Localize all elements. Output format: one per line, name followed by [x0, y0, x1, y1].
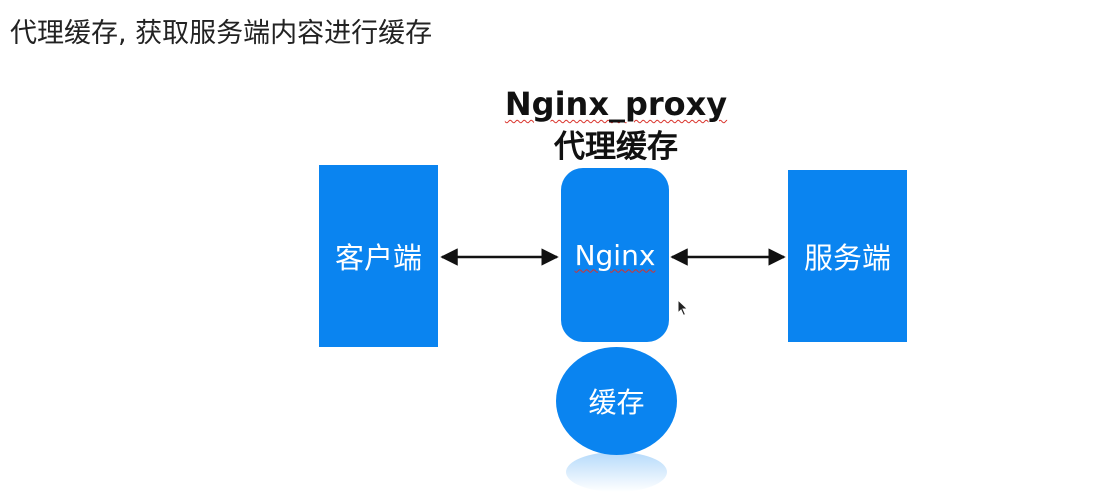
nginx-node-label: Nginx — [574, 238, 656, 272]
diagram-title: Nginx_proxy — [459, 84, 773, 124]
cache-reflection — [566, 452, 667, 492]
diagram-subtitle: 代理缓存 — [554, 129, 678, 165]
cache-node: 缓存 — [556, 347, 677, 455]
server-node-label: 服务端 — [803, 241, 891, 275]
client-node: 客户端 — [319, 165, 438, 347]
page-heading: 代理缓存, 获取服务端内容进行缓存 — [10, 18, 433, 49]
diagram-title-text: Nginx_proxy — [504, 85, 728, 123]
mouse-pointer-icon — [677, 299, 689, 317]
nginx-node: Nginx — [561, 168, 669, 342]
cache-node-label: 缓存 — [588, 386, 645, 419]
server-node: 服务端 — [788, 170, 907, 342]
client-node-label: 客户端 — [334, 241, 422, 275]
